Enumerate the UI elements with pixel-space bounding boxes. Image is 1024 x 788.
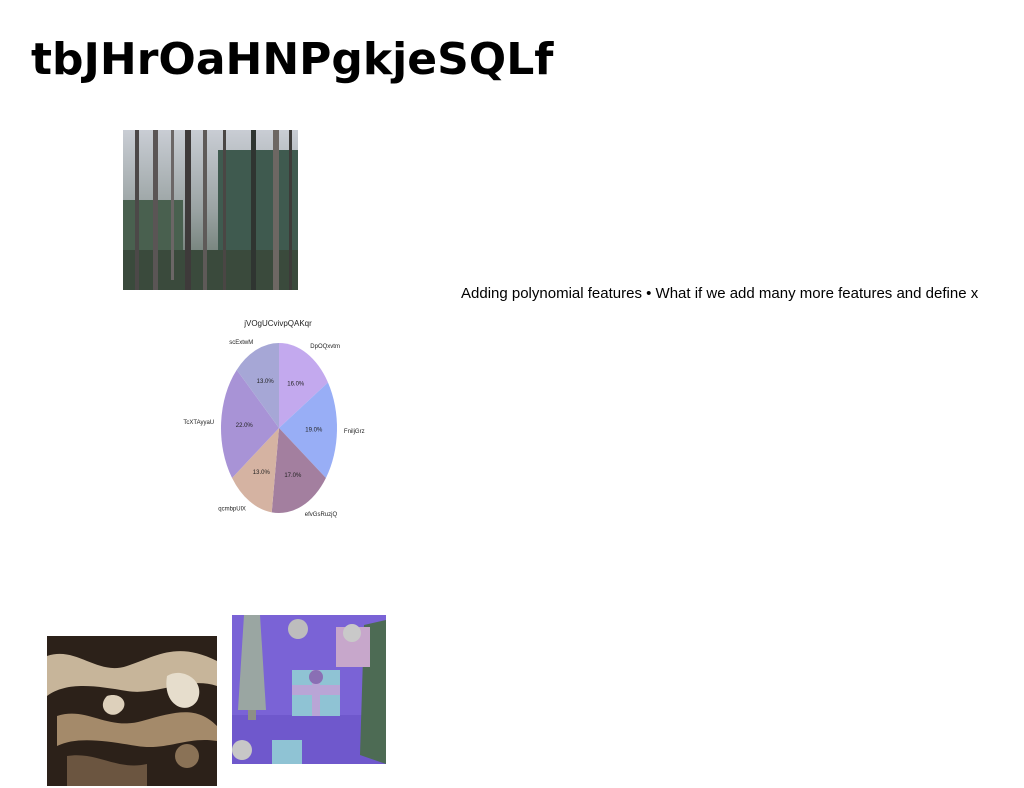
marble-texture-photo [47, 636, 217, 786]
pie-chart-svg: jVOgUCvivpQAKqr 16.0% DpOQxvtm 19.0% FniljG… [183, 319, 365, 518]
forest-photo [123, 130, 298, 290]
pie-value-label: 13.0% [257, 379, 275, 385]
pie-category-label: scExtwM [229, 340, 253, 346]
pie-category-label: qcmbpUlX [218, 506, 246, 512]
body-text: Adding polynomial features • What if we … [461, 285, 979, 302]
pie-value-label: 16.0% [287, 381, 305, 387]
pie-value-label: 17.0% [284, 473, 302, 479]
page-title: tbJHrOaHNPgkjeSQLf [31, 34, 554, 85]
pie-chart: jVOgUCvivpQAKqr 16.0% DpOQxvtm 19.0% FniljG… [183, 314, 373, 524]
pie-category-label: DpOQxvtm [310, 344, 340, 350]
pie-value-label: 13.0% [253, 470, 271, 476]
pie-category-label: TcXTAyyaU [183, 420, 214, 426]
chart-title: jVOgUCvivpQAKqr [243, 319, 312, 328]
pie-category-label: efvGsRuzjQ [305, 512, 338, 518]
pie-value-label: 19.0% [305, 428, 323, 434]
pie-category-label: FniljGrz [344, 429, 365, 435]
gift-boxes-photo [232, 615, 386, 764]
pie-value-label: 22.0% [236, 423, 254, 429]
